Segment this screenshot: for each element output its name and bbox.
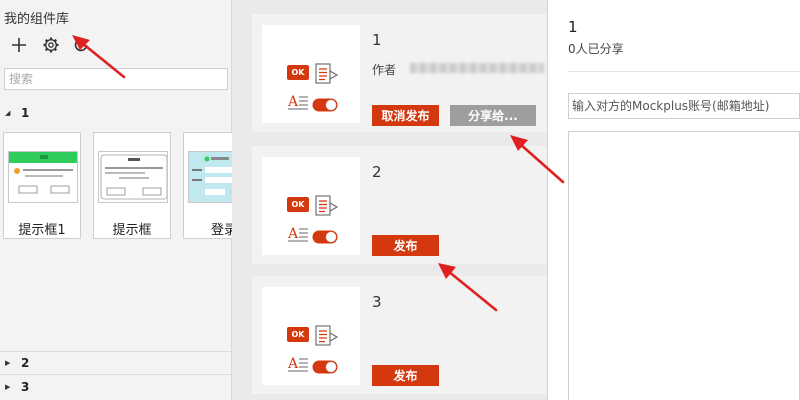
ok-badge: OK	[287, 327, 309, 342]
ok-badge: OK	[287, 197, 309, 212]
share-to-button[interactable]: 分享给...	[450, 105, 536, 126]
publish-button[interactable]: 发布	[372, 365, 439, 386]
component-thumbnail	[188, 151, 233, 203]
component-library-panel: 我的组件库 ◢ 1	[0, 0, 237, 400]
share-divider	[568, 71, 800, 72]
plus-icon[interactable]	[8, 34, 30, 56]
component-card-2: OK A 2 发布	[252, 146, 547, 264]
component-item-alert[interactable]: 提示框	[93, 132, 171, 239]
component-card-1: OK A 1 作者 取消发布 分享给...	[252, 14, 547, 132]
group-header-3[interactable]: ▶ 3	[0, 376, 232, 398]
card-number: 1	[372, 31, 382, 49]
card-number: 2	[372, 163, 382, 181]
card-preview: OK A	[262, 157, 360, 255]
ok-badge: OK	[287, 65, 309, 80]
shared-users-list[interactable]	[568, 131, 800, 400]
refresh-icon[interactable]	[70, 34, 92, 56]
unpublish-button[interactable]: 取消发布	[372, 105, 439, 126]
text-format-icon: A	[287, 226, 308, 242]
triangle-right-icon: ▶	[5, 383, 11, 391]
component-item-alert-1[interactable]: 提示框1	[3, 132, 81, 239]
group-label: 1	[21, 106, 30, 120]
share-component-number: 1	[568, 18, 578, 36]
share-panel: 1 0人已分享	[548, 0, 800, 400]
toggle-switch-icon	[312, 98, 338, 112]
text-format-icon: A	[287, 356, 308, 372]
publish-button[interactable]: 发布	[372, 235, 439, 256]
card-preview: OK A	[262, 25, 360, 123]
svg-text:A: A	[287, 226, 299, 242]
component-card-3: OK A 3 发布	[252, 276, 547, 394]
component-name: 提示框1	[18, 223, 66, 238]
author-label: 作者	[372, 63, 397, 77]
card-preview: OK A	[262, 287, 360, 385]
author-name-redacted	[410, 63, 544, 73]
group-header-1[interactable]: ◢ 1	[0, 102, 232, 124]
card-number: 3	[372, 293, 382, 311]
group-header-2[interactable]: ▶ 2	[0, 352, 232, 374]
library-search-input[interactable]	[4, 68, 228, 90]
component-item-login[interactable]: 登录	[183, 132, 237, 239]
group-divider	[0, 374, 232, 375]
component-thumbnail	[8, 151, 78, 203]
share-count-label: 0人已分享	[568, 42, 624, 56]
document-arrow-icon	[315, 195, 339, 216]
group-label: 3	[21, 380, 30, 394]
component-name: 提示框	[112, 223, 152, 238]
component-thumbnail	[98, 151, 168, 203]
library-title: 我的组件库	[4, 12, 70, 27]
triangle-down-icon: ◢	[5, 109, 11, 117]
group-label: 2	[21, 356, 30, 370]
svg-text:A: A	[287, 356, 299, 372]
document-arrow-icon	[315, 325, 339, 346]
svg-text:A: A	[287, 94, 299, 110]
document-arrow-icon	[315, 63, 339, 84]
gear-icon[interactable]	[40, 34, 62, 56]
text-format-icon: A	[287, 94, 308, 110]
toggle-switch-icon	[312, 230, 338, 244]
triangle-right-icon: ▶	[5, 359, 11, 367]
share-account-input[interactable]	[568, 93, 800, 119]
published-components-panel: OK A 1 作者 取消发布 分享给... OK A 2 发布 OK A 3 发…	[232, 0, 548, 400]
toggle-switch-icon	[312, 360, 338, 374]
